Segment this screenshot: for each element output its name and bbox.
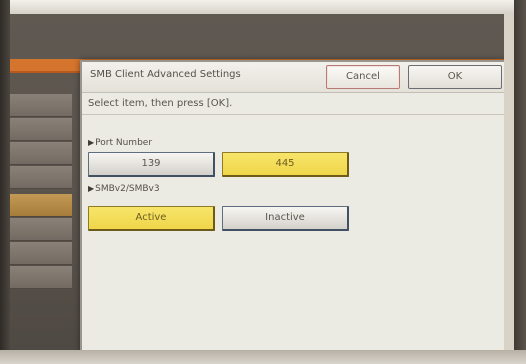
monitor-frame-bottom <box>0 350 526 364</box>
touch-screen: 1 4 7 ./* C SMB Client Advanced Settings… <box>10 14 504 350</box>
instruction-text: Select item, then press [OK]. <box>88 98 233 109</box>
dialog-title: SMB Client Advanced Settings <box>90 69 241 80</box>
background-menu-strip <box>10 94 72 294</box>
smb-active-button[interactable]: Active <box>88 206 215 231</box>
smb-client-advanced-settings-dialog: SMB Client Advanced Settings Cancel OK S… <box>80 60 504 350</box>
background-menu-row <box>10 142 72 165</box>
ok-button[interactable]: OK <box>408 65 502 89</box>
monitor-frame-right <box>514 0 526 364</box>
triangle-right-icon: ▶ <box>88 184 95 193</box>
monitor-frame-top <box>0 0 526 14</box>
triangle-right-icon: ▶ <box>88 138 95 147</box>
background-menu-row <box>10 94 72 117</box>
background-menu-row <box>10 218 72 241</box>
background-menu-row <box>10 166 72 189</box>
smb-version-label: ▶SMBv2/SMBv3 <box>88 184 160 194</box>
port-number-label: ▶Port Number <box>88 138 153 148</box>
background-menu-row-highlighted <box>10 194 72 217</box>
dialog-title-bar: SMB Client Advanced Settings Cancel OK <box>82 62 504 93</box>
background-menu-row <box>10 242 72 265</box>
smb-inactive-button[interactable]: Inactive <box>222 206 349 231</box>
dialog-divider <box>82 114 504 115</box>
background-menu-row <box>10 266 72 289</box>
cancel-button[interactable]: Cancel <box>326 65 400 89</box>
monitor-frame-left <box>0 0 10 364</box>
background-menu-row <box>10 118 72 141</box>
port-445-button[interactable]: 445 <box>222 152 349 177</box>
port-139-button[interactable]: 139 <box>88 152 215 177</box>
